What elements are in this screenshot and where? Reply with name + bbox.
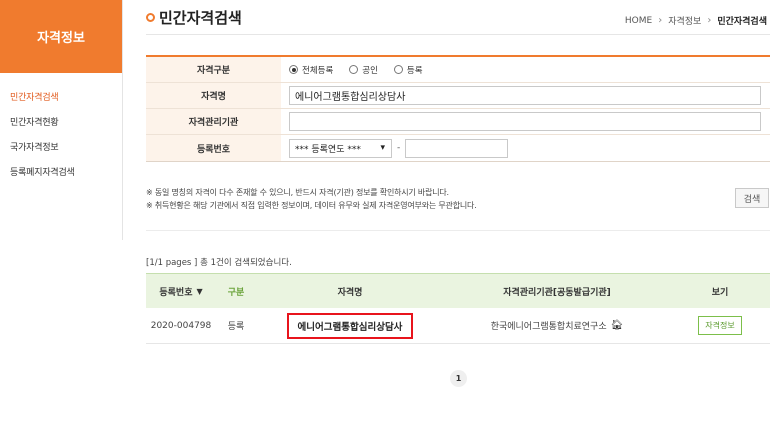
row-org: 한국에니어그램통합치료연구소: [490, 322, 607, 332]
breadcrumb-current: 민간자격검색: [717, 17, 767, 27]
table-header: 등록번호 ▼ 구분 자격명 자격관리기관[공동발급기관] 보기: [146, 273, 770, 308]
name-label: 자격명: [146, 83, 281, 108]
org-input[interactable]: [289, 112, 761, 131]
header-view: 보기: [711, 287, 729, 298]
sidebar-item-abolished-search[interactable]: 등록폐지자격검색: [0, 159, 122, 184]
breadcrumb-section[interactable]: 자격정보: [668, 14, 701, 27]
breadcrumb: HOME › 자격정보 › 민간자격검색: [625, 14, 767, 27]
chevron-right-icon: ›: [707, 15, 712, 26]
row-regno: 2020-004798: [150, 320, 212, 331]
radio-unchecked-icon: [393, 65, 403, 74]
form-row-regno: 등록번호 *** 등록연도 *** ▾ -: [146, 135, 770, 161]
radio-all[interactable]: 전체등록: [289, 64, 333, 76]
sidebar-item-national-info[interactable]: 국가자격정보: [0, 134, 122, 159]
note-line-1: ※ 동일 명칭의 자격이 다수 존재할 수 있으니, 반드시 자격(기관) 정보…: [146, 188, 449, 197]
header-name: 자격명: [337, 287, 363, 298]
reg-year-select-value: *** 등록연도 ***: [295, 144, 361, 155]
sidebar-item-private-search[interactable]: 민간자격검색: [0, 84, 122, 109]
sort-down-icon: ▼: [196, 286, 203, 296]
search-notes: ※ 동일 명칭의 자격이 다수 존재할 수 있으니, 반드시 자격(기관) 정보…: [146, 186, 477, 212]
title-bullet-icon: [146, 13, 155, 22]
type-label: 자격구분: [146, 57, 281, 82]
row-type: 등록: [227, 322, 245, 332]
reg-year-select[interactable]: *** 등록연도 *** ▾: [289, 138, 392, 158]
pagination-page-1[interactable]: 1: [450, 370, 467, 387]
header-type: 구분: [227, 287, 245, 298]
page-title: 민간자격검색: [146, 7, 242, 28]
sidebar-title: 자격정보: [0, 0, 122, 73]
note-line-2: ※ 취득현황은 해당 기관에서 직접 입력한 정보이며, 데이터 유무와 실제 …: [146, 201, 477, 210]
radio-registered-label: 등록: [406, 65, 423, 76]
sidebar-menu: 민간자격검색 민간자격현황 국가자격정보 등록폐지자격검색: [0, 73, 122, 184]
header-divider: [146, 34, 770, 35]
form-row-name: 자격명 에니어그램통합심리상담사: [146, 83, 770, 109]
table-row: 2020-004798 등록 에니어그램통합심리상담사 한국에니어그램통합치료연…: [146, 308, 770, 344]
header-org: 자격관리기관[공동발급기관]: [503, 287, 611, 298]
notes-divider: [146, 230, 770, 231]
caret-down-icon: ▾: [380, 143, 385, 153]
result-summary: [1/1 pages ] 총 1건이 검색되었습니다.: [146, 258, 292, 268]
breadcrumb-home[interactable]: HOME: [625, 16, 652, 26]
qualification-name-input[interactable]: 에니어그램통합심리상담사: [289, 86, 761, 105]
regno-label: 등록번호: [146, 135, 281, 161]
row-qualification-name[interactable]: 에니어그램통합심리상담사: [286, 312, 414, 339]
home-icon[interactable]: 🏠︎: [611, 320, 624, 331]
sidebar-item-private-status[interactable]: 민간자격현황: [0, 109, 122, 134]
radio-checked-icon: [289, 65, 298, 74]
header-regno[interactable]: 등록번호 ▼: [146, 274, 216, 308]
view-info-button[interactable]: 자격정보: [698, 316, 742, 335]
sidebar: 자격정보 민간자격검색 민간자격현황 국가자격정보 등록폐지자격검색: [0, 0, 123, 240]
type-radio-group: 전체등록 공인 등록: [281, 57, 770, 82]
form-row-type: 자격구분 전체등록 공인 등록: [146, 57, 770, 83]
form-row-org: 자격관리기관: [146, 109, 770, 135]
search-form: 자격구분 전체등록 공인 등록 자격명 에니어그램통합심리상담사 자격관리기관: [146, 55, 770, 162]
radio-registered[interactable]: 등록: [393, 64, 423, 76]
radio-accredited[interactable]: 공인: [349, 64, 378, 76]
chevron-right-icon: ›: [658, 15, 663, 26]
results-table: 등록번호 ▼ 구분 자격명 자격관리기관[공동발급기관] 보기 2020-004…: [146, 273, 770, 344]
dash-separator: -: [397, 143, 401, 153]
search-button[interactable]: 검색: [735, 188, 769, 208]
radio-accredited-label: 공인: [362, 65, 378, 76]
page-title-text: 민간자격검색: [159, 9, 242, 27]
regno-input[interactable]: [405, 138, 509, 158]
org-label: 자격관리기관: [146, 109, 281, 134]
radio-all-label: 전체등록: [302, 65, 334, 76]
radio-unchecked-icon: [349, 65, 359, 74]
